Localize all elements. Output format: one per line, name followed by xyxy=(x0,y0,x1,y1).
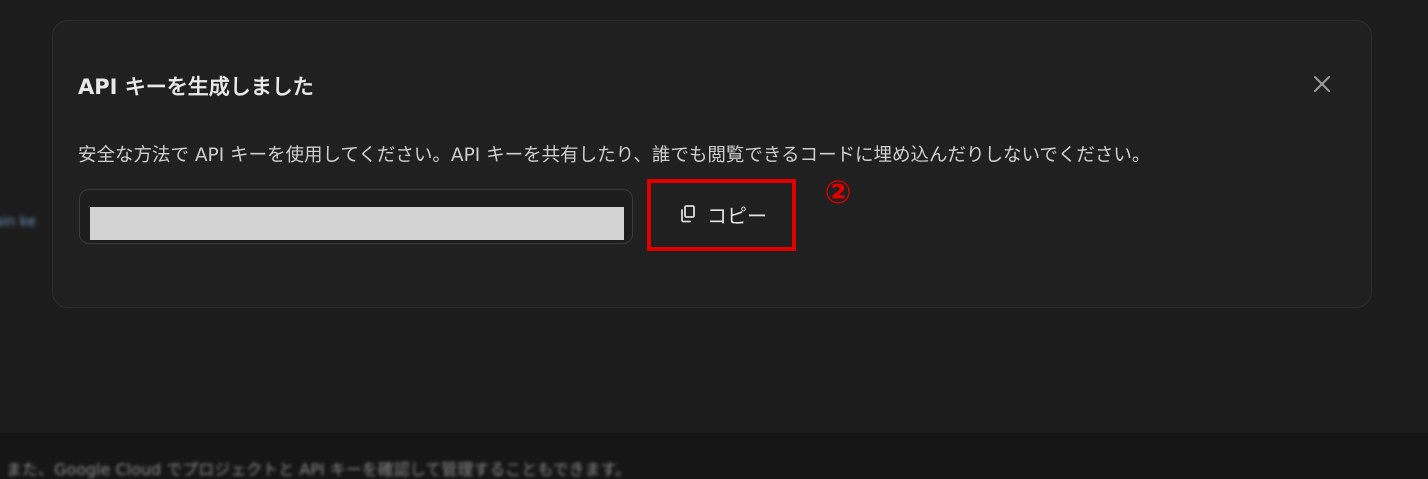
dialog-description: 安全な方法で API キーを使用してください。API キーを共有したり、誰でも閲… xyxy=(78,145,1151,166)
annotation-highlight-box xyxy=(647,179,796,251)
api-key-dialog: API キーを生成しました 安全な方法で API キーを使用してください。API… xyxy=(52,20,1372,308)
background-footer-text: 、また、Google Cloud でプロジェクトと API キーを確認して管理す… xyxy=(0,460,632,479)
background-link-fragment: ain ke xyxy=(0,214,37,230)
close-button[interactable] xyxy=(1309,71,1335,97)
close-icon xyxy=(1309,71,1335,97)
screen: ain ke 、また、Google Cloud でプロジェクトと API キーを… xyxy=(0,0,1428,479)
annotation-step-marker: ② xyxy=(824,173,852,211)
dialog-title: API キーを生成しました xyxy=(78,75,314,99)
api-key-field[interactable] xyxy=(79,189,633,244)
api-key-redacted-value xyxy=(90,207,624,240)
